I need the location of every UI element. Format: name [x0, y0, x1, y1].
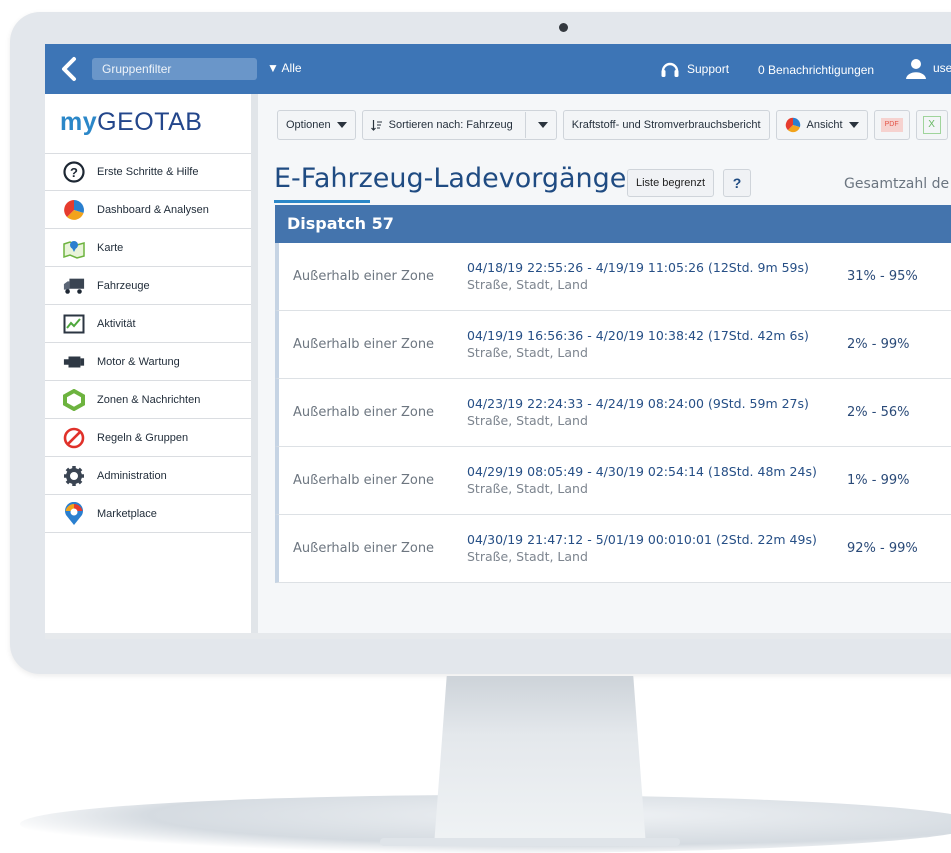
- zone-label: Außerhalb einer Zone: [293, 269, 435, 284]
- caret-down-icon: [848, 122, 859, 128]
- support-button[interactable]: Support: [659, 57, 729, 81]
- zone-label: Außerhalb einer Zone: [293, 541, 435, 556]
- list-item[interactable]: Außerhalb einer Zone 04/29/19 08:05:49 -…: [275, 447, 951, 515]
- sort-divider: [524, 112, 526, 138]
- sidebar-item-marketplace[interactable]: Marketplace: [45, 495, 251, 533]
- total-count-label: Gesamtzahl de: [844, 176, 950, 192]
- sidebar-item-engine[interactable]: Motor & Wartung: [45, 343, 251, 381]
- notifications-link[interactable]: 0 Benachrichtigungen: [758, 63, 874, 77]
- user-label: use: [933, 61, 951, 75]
- charge-range: 92% - 99%: [847, 541, 918, 556]
- activity-chart-icon: [63, 313, 85, 335]
- sort-button[interactable]: Sortieren nach: Fahrzeug: [361, 110, 557, 140]
- address: Straße, Stadt, Land: [467, 345, 588, 360]
- fuel-report-button[interactable]: Kraftstoff- und Stromverbrauchsbericht: [562, 110, 770, 140]
- screen-bottom-edge: [45, 633, 951, 639]
- address: Straße, Stadt, Land: [467, 413, 588, 428]
- sidebar-item-administration[interactable]: Administration: [45, 457, 251, 495]
- help-circle-icon: ?: [63, 161, 85, 183]
- zone-label: Außerhalb einer Zone: [293, 337, 435, 352]
- sidebar-nav: ? Erste Schritte & Hilfe Dashboard & Ana…: [45, 153, 251, 533]
- list-item[interactable]: Außerhalb einer Zone 04/19/19 16:56:36 -…: [275, 311, 951, 379]
- view-button[interactable]: Ansicht: [775, 110, 868, 140]
- stand-foot: [380, 838, 680, 846]
- address: Straße, Stadt, Land: [467, 277, 588, 292]
- truck-icon: [63, 275, 85, 297]
- time-range[interactable]: 04/19/19 16:56:36 - 4/20/19 10:38:42 (17…: [467, 328, 809, 343]
- list-item[interactable]: Außerhalb einer Zone 04/23/19 22:24:33 -…: [275, 379, 951, 447]
- charge-range: 2% - 56%: [847, 405, 910, 420]
- excel-icon: X: [922, 116, 941, 134]
- main-content: Optionen Sortieren nach: Fahrzeug Krafts…: [258, 94, 951, 639]
- list-limited-button[interactable]: Liste begrenzt: [627, 169, 715, 197]
- time-range[interactable]: 04/30/19 21:47:12 - 5/01/19 00:010:01 (2…: [467, 532, 817, 547]
- engine-icon: [63, 351, 85, 373]
- sidebar-item-help[interactable]: ? Erste Schritte & Hilfe: [45, 153, 251, 191]
- time-range[interactable]: 04/18/19 22:55:26 - 4/19/19 11:05:26 (12…: [467, 260, 809, 275]
- caret-down-icon: [336, 122, 347, 128]
- title-underline: [274, 200, 370, 203]
- list-item[interactable]: Außerhalb einer Zone 04/30/19 21:47:12 -…: [275, 515, 951, 583]
- sidebar-scroll-edge: [251, 94, 258, 639]
- zone-label: Außerhalb einer Zone: [293, 473, 435, 488]
- zone-icon: [63, 388, 85, 411]
- gear-icon: [63, 465, 85, 487]
- user-menu[interactable]: use: [905, 57, 951, 79]
- time-range[interactable]: 04/23/19 22:24:33 - 4/24/19 08:24:00 (9S…: [467, 396, 809, 411]
- charge-range: 1% - 99%: [847, 473, 910, 488]
- group-filter-input[interactable]: Gruppenfilter: [92, 58, 257, 80]
- sort-icon: [370, 120, 382, 131]
- back-chevron-icon[interactable]: [59, 56, 79, 82]
- sidebar-item-activity[interactable]: Aktivität: [45, 305, 251, 343]
- toolbar: Optionen Sortieren nach: Fahrzeug Krafts…: [277, 110, 948, 140]
- sidebar-item-zones[interactable]: Zonen & Nachrichten: [45, 381, 251, 419]
- sidebar: myGEOTAB ? Erste Schritte & Hilfe Dashbo…: [45, 94, 251, 639]
- screen: Gruppenfilter ▼ Alle Support 0 Benachric…: [45, 44, 951, 639]
- pie-chart-icon: [63, 199, 85, 221]
- sort-caret-icon[interactable]: [537, 122, 548, 128]
- time-range[interactable]: 04/29/19 08:05:49 - 4/30/19 02:54:14 (18…: [467, 464, 817, 479]
- group-selector[interactable]: ▼ Alle: [267, 61, 302, 75]
- headset-icon: [661, 62, 679, 77]
- options-button[interactable]: Optionen: [277, 110, 356, 140]
- charging-list: Außerhalb einer Zone 04/18/19 22:55:26 -…: [275, 243, 951, 583]
- address: Straße, Stadt, Land: [467, 481, 588, 496]
- svg-text:?: ?: [70, 165, 78, 180]
- sidebar-item-map[interactable]: Karte: [45, 229, 251, 267]
- prohibited-icon: [63, 427, 85, 449]
- address: Straße, Stadt, Land: [467, 549, 588, 564]
- charge-range: 31% - 95%: [847, 269, 918, 284]
- group-header[interactable]: Dispatch 57: [275, 205, 951, 243]
- excel-export-button[interactable]: X: [915, 110, 948, 140]
- page-title: E-Fahrzeug-Ladevorgänge: [274, 163, 627, 194]
- mygeotab-logo[interactable]: myGEOTAB: [60, 108, 202, 137]
- support-label: Support: [687, 62, 730, 76]
- user-icon: [906, 59, 926, 79]
- sidebar-item-vehicles[interactable]: Fahrzeuge: [45, 267, 251, 305]
- top-bar: Gruppenfilter ▼ Alle Support 0 Benachric…: [45, 44, 951, 94]
- map-icon: [63, 237, 85, 259]
- pie-chart-icon: [785, 117, 800, 133]
- zone-label: Außerhalb einer Zone: [293, 405, 435, 420]
- list-item[interactable]: Außerhalb einer Zone 04/18/19 22:55:26 -…: [275, 243, 951, 311]
- charge-range: 2% - 99%: [847, 337, 910, 352]
- pdf-icon: PDF: [880, 118, 903, 132]
- webcam-dot: [559, 23, 568, 32]
- help-button[interactable]: ?: [723, 169, 751, 197]
- marketplace-pin-icon: [63, 501, 85, 525]
- pdf-export-button[interactable]: PDF: [873, 110, 910, 140]
- sidebar-item-dashboard[interactable]: Dashboard & Analysen: [45, 191, 251, 229]
- sidebar-item-rules[interactable]: Regeln & Gruppen: [45, 419, 251, 457]
- stand-neck: [434, 676, 646, 846]
